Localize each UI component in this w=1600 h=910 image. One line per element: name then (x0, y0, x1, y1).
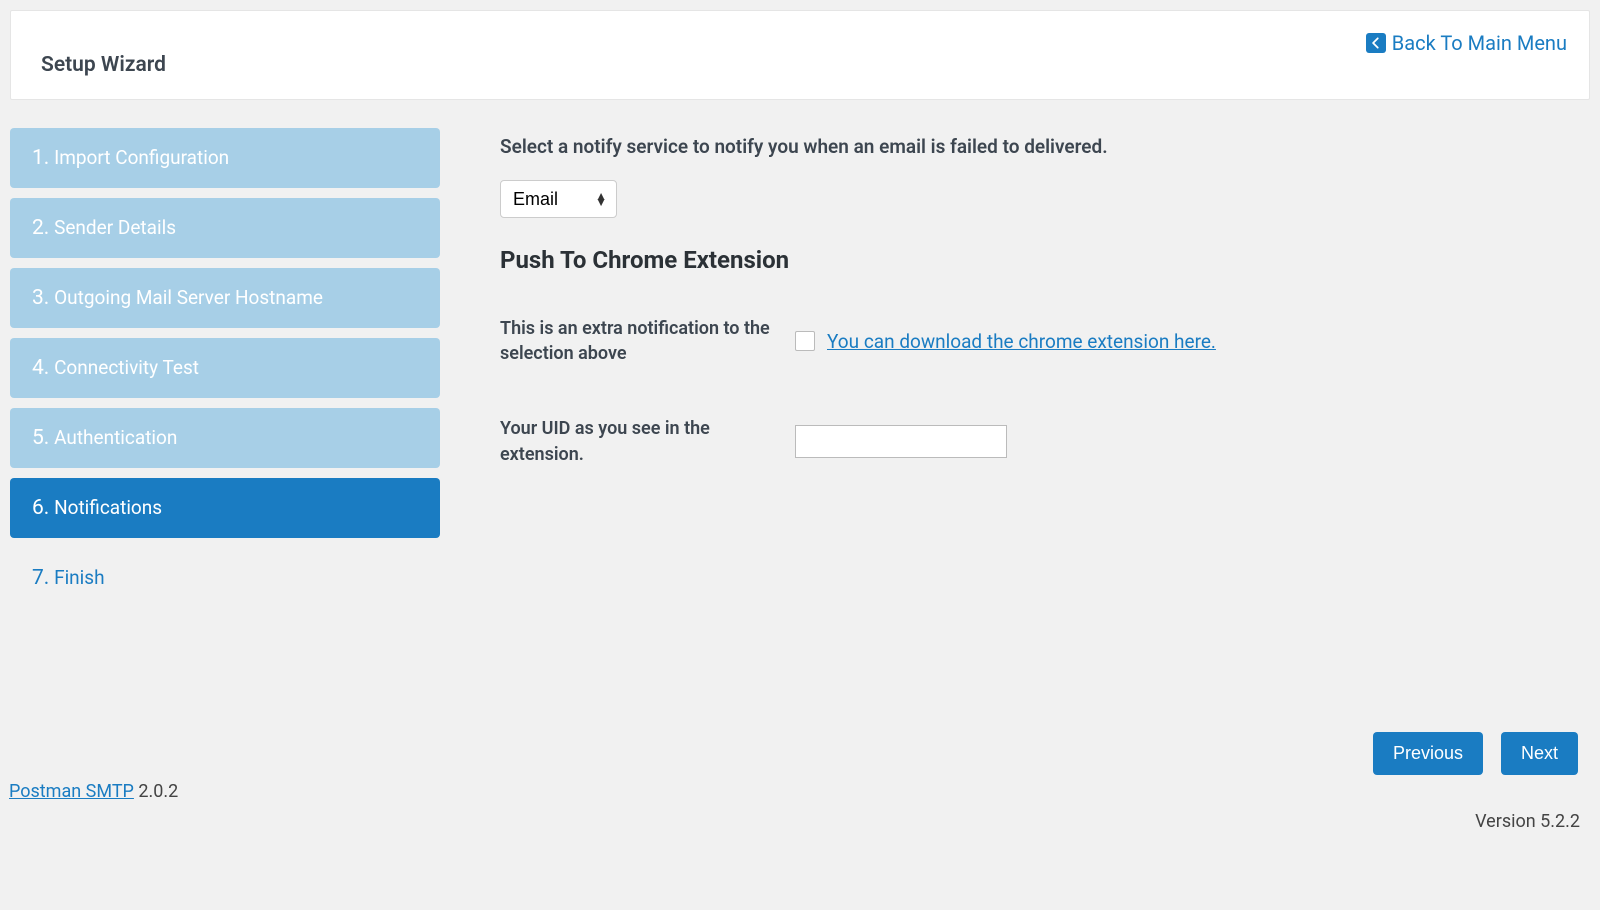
next-button[interactable]: Next (1501, 732, 1578, 775)
arrow-left-icon (1366, 33, 1386, 53)
wizard-steps-sidebar: 1. Import Configuration 2. Sender Detail… (10, 110, 440, 618)
instruction-text: Select a notify service to notify you wh… (500, 135, 1560, 158)
step-label: Outgoing Mail Server Hostname (54, 286, 323, 309)
extra-notification-label: This is an extra notification to the sel… (500, 316, 795, 366)
wizard-content: Select a notify service to notify you wh… (500, 110, 1590, 517)
page-title: Setup Wizard (41, 53, 1559, 77)
step-outgoing-mail-server[interactable]: 3. Outgoing Mail Server Hostname (10, 268, 440, 328)
step-number: 5. (32, 426, 49, 450)
step-connectivity-test[interactable]: 4. Connectivity Test (10, 338, 440, 398)
plugin-name-link[interactable]: Postman SMTP (9, 781, 134, 802)
previous-button[interactable]: Previous (1373, 732, 1483, 775)
step-sender-details[interactable]: 2. Sender Details (10, 198, 440, 258)
step-number: 6. (32, 496, 49, 520)
plugin-version: 2.0.2 (134, 781, 178, 802)
step-label: Import Configuration (54, 146, 229, 169)
uid-row: Your UID as you see in the extension. (500, 416, 1560, 466)
step-number: 3. (32, 286, 49, 310)
step-label: Authentication (54, 426, 177, 449)
step-label: Sender Details (54, 216, 176, 239)
chrome-extension-checkbox[interactable] (795, 331, 815, 351)
step-number: 7. (32, 566, 49, 590)
section-heading: Push To Chrome Extension (500, 246, 1560, 274)
notify-service-select-wrap: Email ▲▼ (500, 180, 617, 218)
back-label: Back To Main Menu (1392, 31, 1567, 55)
step-finish: 7. Finish (10, 548, 440, 608)
step-import-configuration[interactable]: 1. Import Configuration (10, 128, 440, 188)
header-card: Back To Main Menu Setup Wizard (10, 10, 1590, 100)
uid-label: Your UID as you see in the extension. (500, 416, 795, 466)
footer-wp-version: Version 5.2.2 (1475, 811, 1580, 832)
step-number: 1. (32, 146, 49, 170)
step-number: 2. (32, 216, 49, 240)
step-notifications[interactable]: 6. Notifications (10, 478, 440, 538)
chrome-download-link[interactable]: You can download the chrome extension he… (827, 330, 1216, 353)
notify-service-select[interactable]: Email (500, 180, 617, 218)
back-to-main-link[interactable]: Back To Main Menu (1366, 31, 1567, 55)
step-label: Notifications (54, 496, 162, 519)
uid-input[interactable] (795, 425, 1007, 458)
footer-plugin-info: Postman SMTP 2.0.2 (9, 781, 178, 802)
step-number: 4. (32, 356, 49, 380)
step-label: Finish (54, 566, 105, 589)
chrome-extension-row: This is an extra notification to the sel… (500, 316, 1560, 366)
step-label: Connectivity Test (54, 356, 199, 379)
wizard-nav-buttons: Previous Next (1373, 732, 1578, 775)
step-authentication[interactable]: 5. Authentication (10, 408, 440, 468)
